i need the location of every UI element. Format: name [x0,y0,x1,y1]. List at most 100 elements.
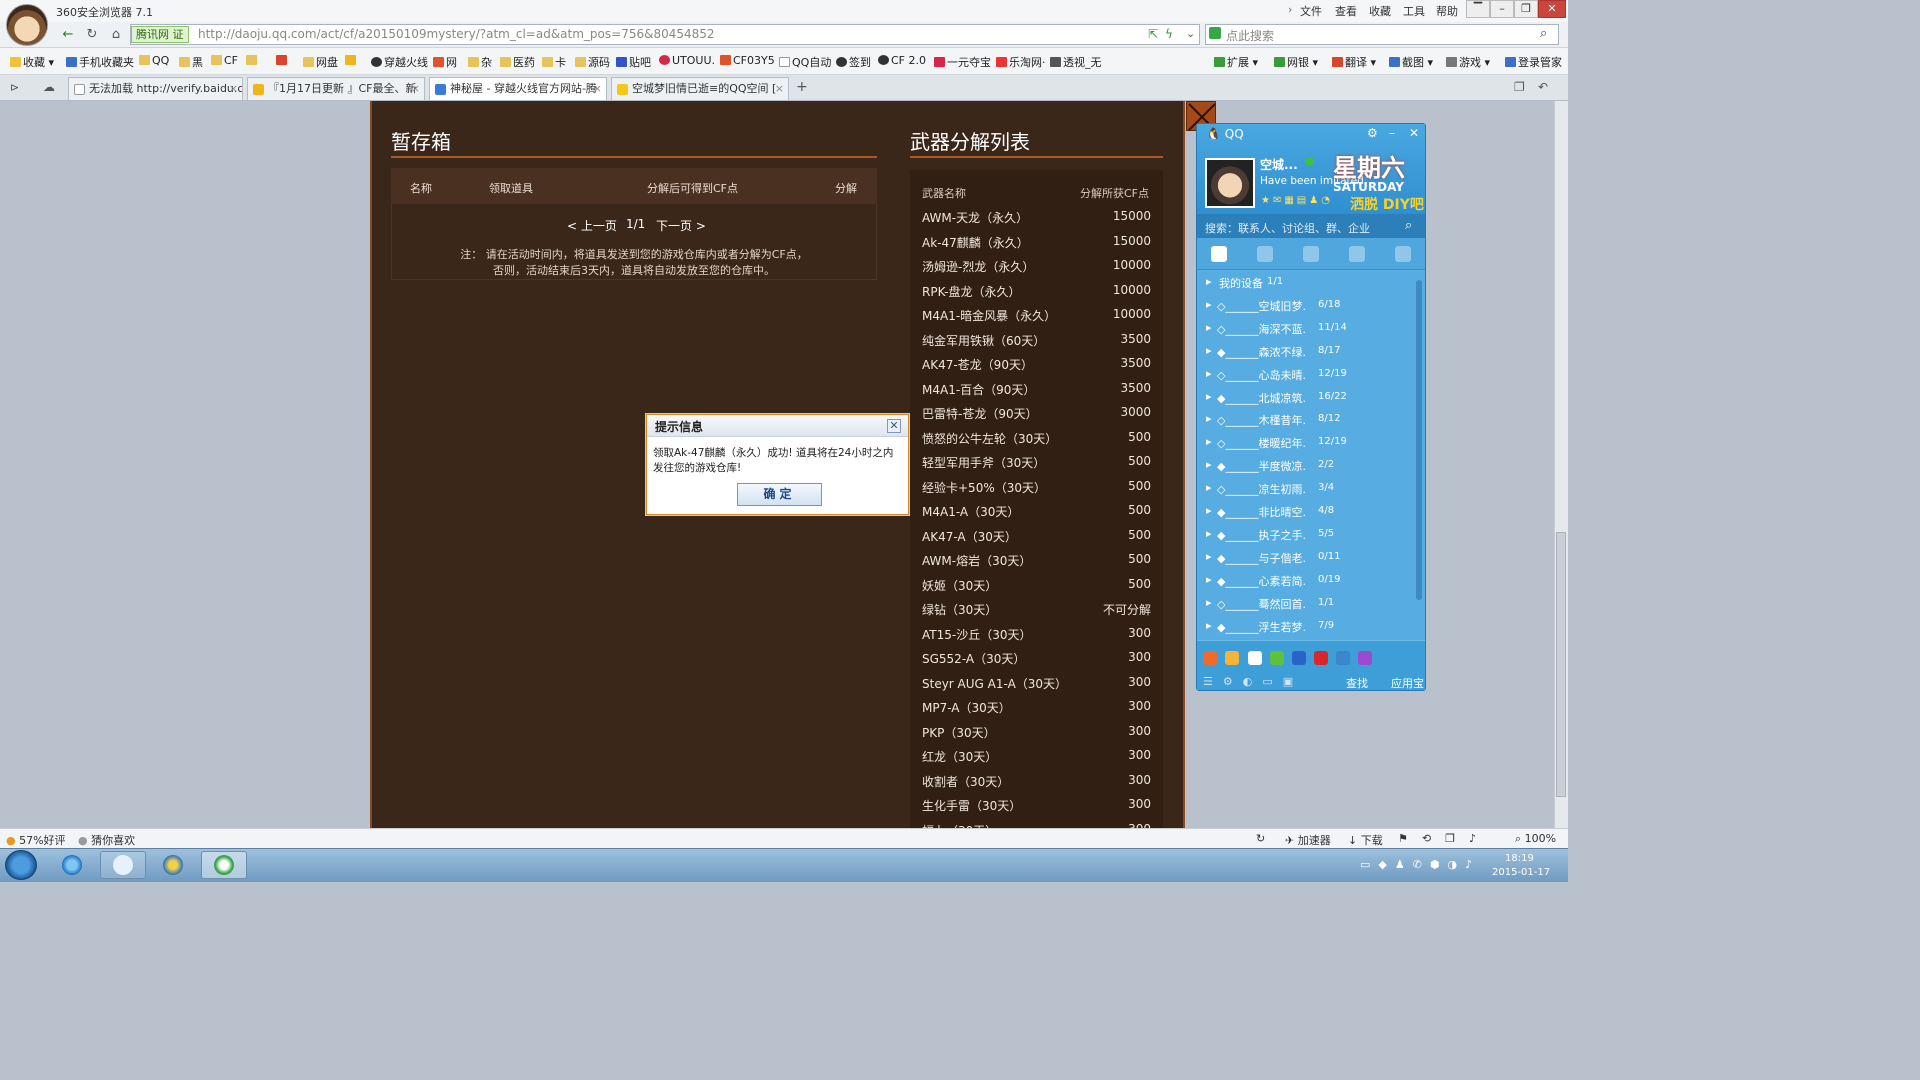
qq-group-name[interactable]: ◆______北城凉筑. [1217,390,1306,406]
menu-help[interactable]: 帮助 [1436,3,1458,19]
bookmark-favorites[interactable]: 收藏 ▾ [10,54,54,70]
contacts-tab-icon[interactable] [1211,246,1227,262]
search-icon[interactable]: ⌕ [1405,218,1412,233]
taskbar-time[interactable]: 18:19 [1505,853,1534,864]
bookmark-black[interactable]: 黑 [179,54,203,70]
next-page-link[interactable]: 下一页 > [656,217,706,234]
qq-find-button[interactable]: 查找 [1346,675,1368,691]
dialog-close-button[interactable]: ✕ [887,419,901,433]
qq-minimize-button[interactable]: – [1389,126,1395,140]
app-icon-2[interactable] [1225,651,1239,665]
jd-icon[interactable] [1314,651,1328,665]
dialog-ok-button[interactable]: 确定 [737,483,822,506]
expand-arrow-icon[interactable]: ▸ [1206,435,1212,448]
translate-button[interactable]: 翻译 ▾ [1332,54,1376,70]
taskbar-date[interactable]: 2015-01-17 [1492,867,1550,878]
start-button[interactable] [5,850,37,880]
bookmark-letao[interactable]: 乐淘网· [996,54,1046,70]
bookmark-mobile[interactable]: 手机收藏夹 [66,54,134,70]
bookmark-utouu[interactable]: UTOUU. [659,54,715,67]
bookmark-netdisk[interactable]: 网盘 [303,54,338,70]
download-button[interactable]: ↓ 下载 [1348,832,1383,848]
bookmark-toushi[interactable]: 透视_无 [1050,54,1102,70]
restore-tabs-icon[interactable]: ❐ [1514,80,1525,94]
qq-bottom-tool-icons[interactable]: ☰⚙◐▭▣ [1203,675,1303,688]
expand-arrow-icon[interactable]: ▸ [1206,596,1212,609]
menu-favorites[interactable]: 收藏 [1369,3,1391,19]
chevron-right-icon[interactable]: › [1288,3,1292,16]
expand-arrow-icon[interactable]: ▸ [1206,367,1212,380]
qq-avatar[interactable] [1205,158,1255,208]
close-icon[interactable]: × [593,78,602,99]
favorites-tab-icon[interactable] [1257,246,1273,262]
qq-group-name[interactable]: ◇______蓦然回首. [1217,596,1306,612]
menu-tools[interactable]: 工具 [1403,3,1425,19]
new-tab-button[interactable]: + [796,79,808,95]
zoom-control[interactable]: ⌕ 100% [1515,832,1556,846]
rating-badge[interactable]: ● 57%好评 [6,832,66,848]
qq-nickname[interactable]: 空城... [1260,156,1298,173]
bookmark-medicine[interactable]: 医药 [500,54,535,70]
home-icon[interactable]: ⌂ [106,26,126,44]
expand-arrow-icon[interactable]: ▸ [1206,298,1212,311]
minimize-button[interactable]: – [1490,0,1514,18]
undo-icon[interactable]: ↶ [1538,80,1548,94]
qq-group-name[interactable]: ◆______半度微凉. [1217,458,1306,474]
qq-group-name[interactable]: ◆______森浓不绿. [1217,344,1306,360]
qq-group-name[interactable]: ◇______海深不蓝. [1217,321,1306,337]
skin-button[interactable]: ▔ [1466,0,1490,18]
tab-mystery-house[interactable]: 神秘屋 - 穿越火线官方网站-腾 × [429,77,607,100]
gear-icon[interactable]: ⚙ [1367,126,1378,140]
app-icon-3[interactable] [1248,651,1262,665]
qq-close-button[interactable]: ✕ [1409,126,1419,140]
expand-arrow-icon[interactable]: ▸ [1206,550,1212,563]
refresh-status-icon[interactable]: ↻ [1256,832,1265,845]
guess-you-like[interactable]: ● 猜你喜欢 [78,832,135,848]
bookmark-yiyuan[interactable]: 一元夺宝 [934,54,991,70]
bookmark-qq[interactable]: QQ [139,54,169,67]
qq-list-scrollbar[interactable] [1416,280,1422,600]
expand-arrow-icon[interactable]: ▸ [1206,573,1212,586]
qq-group-name[interactable]: ◆______非比晴空. [1217,504,1306,520]
bookmark-net[interactable]: 网 [433,54,457,70]
screenshot-button[interactable]: 截图 ▾ [1389,54,1433,70]
close-icon[interactable]: × [775,78,784,99]
tray-icons[interactable]: ▭◆♟✆⬢◑♪ [1360,858,1480,871]
qq-group-name[interactable]: ◇______木槿昔年. [1217,412,1306,428]
groups-tab-icon[interactable] [1303,246,1319,262]
ie-alt-icon[interactable] [163,855,183,875]
close-icon[interactable]: × [411,78,420,99]
app-icon-7[interactable] [1336,651,1350,665]
expand-arrow-icon[interactable]: ▸ [1206,619,1212,632]
bookmark-cf03y5[interactable]: CF03Y5 [720,54,775,67]
bookmark-folder[interactable] [246,54,259,67]
close-window-button[interactable]: ✕ [1538,0,1566,18]
ie-icon[interactable] [62,855,82,875]
tab-cf-update[interactable]: 『1月17日更新 』CF最全、新 × [247,77,425,100]
netbank-button[interactable]: 网银 ▾ [1274,54,1318,70]
phone-tab-icon[interactable] [1395,246,1411,262]
page-scrollbar-thumb[interactable] [1556,532,1566,797]
qq-group-name[interactable]: ◆______执子之手. [1217,527,1306,543]
app-icon-8[interactable] [1358,651,1372,665]
refresh-icon[interactable]: ↻ [82,26,102,44]
extensions-button[interactable]: 扩展 ▾ [1214,54,1258,70]
search-engine-icon[interactable] [1209,27,1221,39]
bookmark-source[interactable]: 源码 [575,54,610,70]
qq-group-name[interactable]: ◆______与子偕老. [1217,550,1306,566]
back-arrow-icon[interactable]: ← [58,26,78,44]
lightning-icon[interactable]: ϟ [1165,27,1173,41]
tab-verify-baidu[interactable]: 无法加载 http://verify.baidu.c × [68,77,243,100]
status-tool-icons[interactable]: ⚑⟲❐♪ [1398,832,1490,845]
menu-view[interactable]: 查看 [1335,3,1357,19]
qq-group-name[interactable]: ◇______空城旧梦. [1217,298,1306,314]
shield-icon[interactable] [1292,651,1306,665]
expand-arrow-icon[interactable]: ▸ [1206,481,1212,494]
qq-group-name[interactable]: ◆______浮生若梦. [1217,619,1306,635]
qq-status-icons[interactable]: ★✉▦▤♟◔ [1261,195,1333,206]
cloud-icon[interactable]: ☁ [43,80,55,94]
expand-arrow-icon[interactable]: ▸ [1206,321,1212,334]
sidebar-toggle-icon[interactable]: ⊳ [10,81,19,94]
expand-arrow-icon[interactable]: ▸ [1206,390,1212,403]
expand-arrow-icon[interactable]: ▸ [1206,458,1212,471]
